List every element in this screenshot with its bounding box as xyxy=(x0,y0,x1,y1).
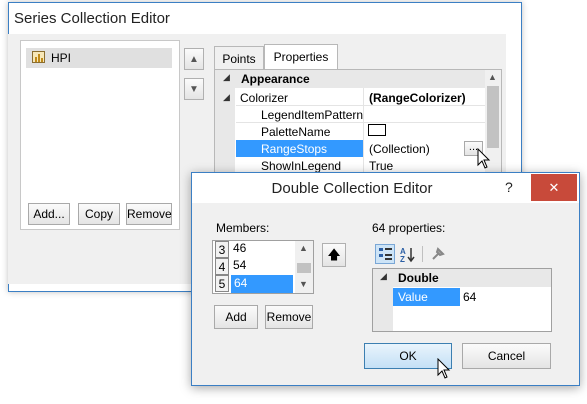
scroll-up-icon[interactable]: ▲ xyxy=(299,243,308,253)
add-member-button[interactable]: Add xyxy=(214,305,258,329)
property-value-value[interactable]: 64 xyxy=(463,290,476,304)
grid-divider xyxy=(236,122,485,123)
property-value-rangestops[interactable]: (Collection) xyxy=(369,142,430,156)
member-index: 4 xyxy=(215,258,229,275)
cancel-button[interactable]: Cancel xyxy=(462,343,551,369)
scroll-up-icon[interactable]: ▲ xyxy=(488,72,497,82)
add-series-button[interactable]: Add... xyxy=(28,203,70,225)
toolbar-separator xyxy=(422,246,423,262)
grid-column-divider xyxy=(363,88,364,176)
member-index: 3 xyxy=(215,241,229,258)
property-pages-icon[interactable] xyxy=(428,244,448,264)
move-up-arrow-icon[interactable]: 🡅 xyxy=(322,243,346,267)
chart-series-icon xyxy=(32,51,45,63)
tab-points[interactable]: Points xyxy=(214,46,264,70)
property-name-value: Value xyxy=(398,290,428,304)
members-scrollbar[interactable]: ▲ ▼ xyxy=(295,241,313,293)
property-value-showinlegend[interactable]: True xyxy=(369,159,393,173)
svg-text:Z: Z xyxy=(400,255,405,263)
series-editor-title: Series Collection Editor xyxy=(14,10,170,27)
series-list-frame xyxy=(20,40,180,230)
grid-divider xyxy=(236,105,485,106)
properties-gutter xyxy=(373,287,393,331)
member-value[interactable]: 54 xyxy=(233,258,246,272)
remove-member-button[interactable]: Remove xyxy=(265,305,313,329)
scrollbar-thumb[interactable] xyxy=(297,263,311,273)
property-name-legenditempattern: LegendItemPattern xyxy=(261,108,364,122)
member-value[interactable]: 64 xyxy=(234,276,247,290)
dialog-title: Double Collection Editor xyxy=(271,180,433,197)
mouse-cursor-icon xyxy=(477,148,491,169)
member-value[interactable]: 46 xyxy=(233,241,246,255)
palette-swatch[interactable] xyxy=(368,124,386,136)
members-label: Members: xyxy=(216,221,270,235)
mouse-cursor-icon xyxy=(437,358,451,379)
property-name-showinlegend: ShowInLegend xyxy=(261,159,342,173)
property-name-colorizer: Colorizer xyxy=(240,91,289,105)
collapse-icon[interactable]: ◢ xyxy=(223,92,230,103)
property-value-colorizer[interactable]: (RangeColorizer) xyxy=(369,91,466,105)
help-icon[interactable]: ? xyxy=(505,179,513,195)
property-name-rangestops: RangeStops xyxy=(261,142,328,156)
member-index: 5 xyxy=(215,275,229,292)
categorized-icon[interactable] xyxy=(375,244,395,264)
collapse-icon[interactable]: ◢ xyxy=(380,271,387,282)
scrollbar-thumb[interactable] xyxy=(487,86,499,148)
property-name-palettename: PaletteName xyxy=(261,125,331,139)
properties-count-label: 64 properties: xyxy=(372,221,446,235)
alphabetical-sort-icon[interactable]: AZ xyxy=(398,244,418,264)
move-down-icon[interactable]: ▼ xyxy=(184,78,204,100)
move-up-icon[interactable]: ▲ xyxy=(184,48,204,70)
remove-series-button[interactable]: Remove xyxy=(126,203,172,225)
collapse-icon[interactable]: ◢ xyxy=(223,72,230,83)
close-icon[interactable]: ✕ xyxy=(531,174,577,201)
copy-series-button[interactable]: Copy xyxy=(78,203,120,225)
double-category-label: Double xyxy=(398,271,439,285)
scroll-down-icon[interactable]: ▼ xyxy=(299,279,308,289)
appearance-category-label: Appearance xyxy=(241,72,310,86)
series-list-item[interactable] xyxy=(26,48,172,68)
tab-properties[interactable]: Properties xyxy=(264,44,338,70)
series-item-label: HPI xyxy=(51,51,72,65)
